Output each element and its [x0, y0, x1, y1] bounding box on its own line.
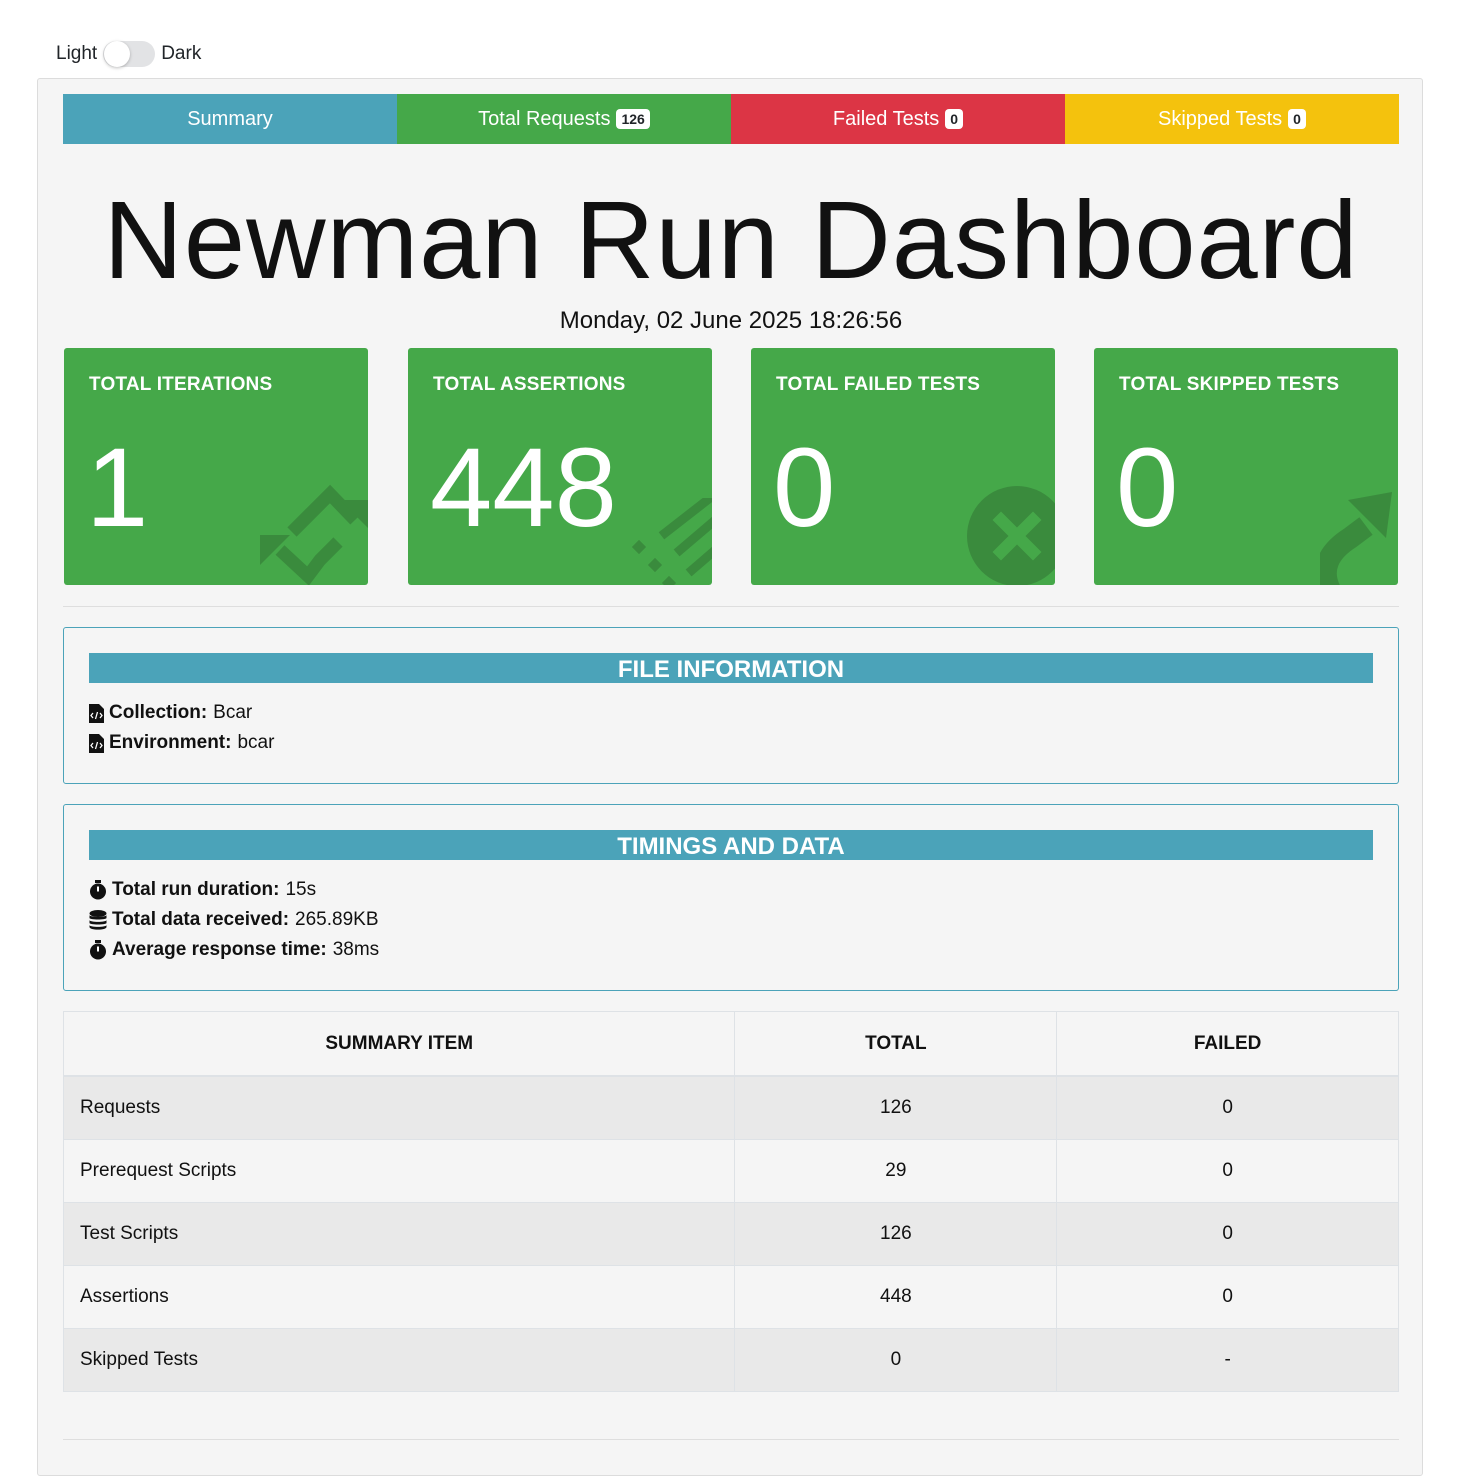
table-row: Requests 126 0 — [62, 1075, 1399, 1140]
total-cell: 448 — [734, 1265, 1058, 1329]
divider — [63, 606, 1399, 607]
total-cell: 0 — [734, 1328, 1058, 1392]
file-code-icon — [89, 733, 104, 753]
failed-cell: 0 — [1056, 1075, 1399, 1140]
tab-skipped-tests[interactable]: Skipped Tests 0 — [1065, 94, 1399, 144]
tab-failed-tests[interactable]: Failed Tests 0 — [731, 94, 1065, 144]
divider — [63, 1439, 1399, 1440]
summary-table: SUMMARY ITEM TOTAL FAILED Requests 126 0… — [62, 1011, 1399, 1392]
run-duration-line: Total run duration: 15s — [89, 879, 316, 901]
share-arrow-icon — [1320, 492, 1392, 585]
table-row: Assertions 448 0 — [62, 1265, 1399, 1329]
card-total-failed-tests: TOTAL FAILED TESTS 0 — [751, 348, 1055, 585]
run-duration-value: 15s — [285, 879, 317, 900]
tasks-icon — [631, 498, 712, 585]
theme-toggle: Light Dark — [56, 38, 201, 70]
file-code-icon — [89, 703, 104, 723]
collection-label: Collection: — [109, 702, 208, 723]
column-header-total: TOTAL — [734, 1011, 1058, 1077]
card-value: 1 — [86, 425, 149, 550]
table-row: Prerequest Scripts 29 0 — [62, 1139, 1399, 1203]
table-header-row: SUMMARY ITEM TOTAL FAILED — [62, 1011, 1399, 1077]
total-cell: 126 — [734, 1202, 1058, 1266]
summary-item-cell: Skipped Tests — [62, 1328, 736, 1392]
file-information-header: FILE INFORMATION — [89, 653, 1373, 683]
card-value: 448 — [430, 425, 617, 550]
skipped-tests-badge: 0 — [1288, 109, 1306, 129]
tab-summary[interactable]: Summary — [63, 94, 397, 144]
times-circle-icon — [967, 486, 1055, 585]
card-value: 0 — [1116, 425, 1179, 550]
card-title: TOTAL SKIPPED TESTS — [1119, 374, 1340, 395]
column-header-failed: FAILED — [1056, 1011, 1399, 1077]
card-total-assertions: TOTAL ASSERTIONS 448 — [408, 348, 712, 585]
failed-tests-badge: 0 — [945, 109, 964, 129]
failed-cell: 0 — [1056, 1202, 1399, 1266]
run-duration-label: Total run duration: — [112, 879, 280, 900]
summary-item-cell: Prerequest Scripts — [62, 1139, 736, 1203]
tab-skipped-tests-label: Skipped Tests — [1158, 107, 1283, 130]
failed-cell: 0 — [1056, 1265, 1399, 1329]
timings-data-panel: TIMINGS AND DATA Total run duration: 15s… — [63, 804, 1399, 991]
column-header-summary-item: SUMMARY ITEM — [62, 1011, 736, 1077]
dashboard-container: Summary Total Requests 126 Failed Tests … — [37, 78, 1423, 1476]
total-requests-badge: 126 — [616, 109, 650, 129]
stopwatch-icon — [90, 940, 106, 960]
failed-cell: - — [1056, 1328, 1399, 1392]
card-total-iterations: TOTAL ITERATIONS 1 — [64, 348, 368, 585]
avg-response-line: Average response time: 38ms — [89, 939, 379, 961]
avg-response-label: Average response time: — [112, 939, 327, 960]
card-value: 0 — [773, 425, 836, 550]
tab-summary-label: Summary — [187, 107, 273, 130]
tab-failed-tests-label: Failed Tests — [832, 107, 940, 130]
nav-tabs: Summary Total Requests 126 Failed Tests … — [63, 94, 1399, 144]
data-received-value: 265.89KB — [295, 909, 379, 930]
data-received-line: Total data received: 265.89KB — [89, 909, 379, 931]
tab-total-requests-label: Total Requests — [478, 107, 611, 130]
light-label: Light — [56, 43, 98, 64]
collection-line: Collection: Bcar — [89, 702, 252, 724]
card-total-skipped-tests: TOTAL SKIPPED TESTS 0 — [1094, 348, 1398, 585]
failed-cell: 0 — [1056, 1139, 1399, 1203]
environment-value: bcar — [237, 732, 275, 753]
card-title: TOTAL ITERATIONS — [89, 374, 273, 395]
page-title: Newman Run Dashboard — [103, 179, 1359, 302]
summary-item-cell: Assertions — [62, 1265, 736, 1329]
theme-switch-knob[interactable] — [104, 41, 131, 67]
card-title: TOTAL FAILED TESTS — [776, 374, 981, 395]
summary-item-cell: Test Scripts — [62, 1202, 736, 1266]
sync-icon — [260, 484, 368, 585]
card-title: TOTAL ASSERTIONS — [433, 374, 626, 395]
table-row: Skipped Tests 0 - — [62, 1328, 1399, 1392]
database-icon — [89, 910, 107, 930]
file-information-panel: FILE INFORMATION Collection: Bcar Enviro… — [63, 627, 1399, 784]
dark-label: Dark — [161, 43, 202, 64]
environment-line: Environment: bcar — [89, 732, 274, 754]
total-cell: 126 — [734, 1075, 1058, 1140]
theme-switch[interactable] — [103, 41, 156, 67]
table-row: Test Scripts 126 0 — [62, 1202, 1399, 1266]
run-date: Monday, 02 June 2025 18:26:56 — [559, 307, 903, 334]
data-received-label: Total data received: — [112, 909, 290, 930]
summary-item-cell: Requests — [62, 1075, 736, 1140]
tab-total-requests[interactable]: Total Requests 126 — [397, 94, 731, 144]
timings-data-header: TIMINGS AND DATA — [89, 830, 1373, 860]
collection-value: Bcar — [213, 702, 253, 723]
stopwatch-icon — [90, 880, 106, 900]
avg-response-value: 38ms — [332, 939, 380, 960]
total-cell: 29 — [734, 1139, 1058, 1203]
environment-label: Environment: — [109, 732, 232, 753]
